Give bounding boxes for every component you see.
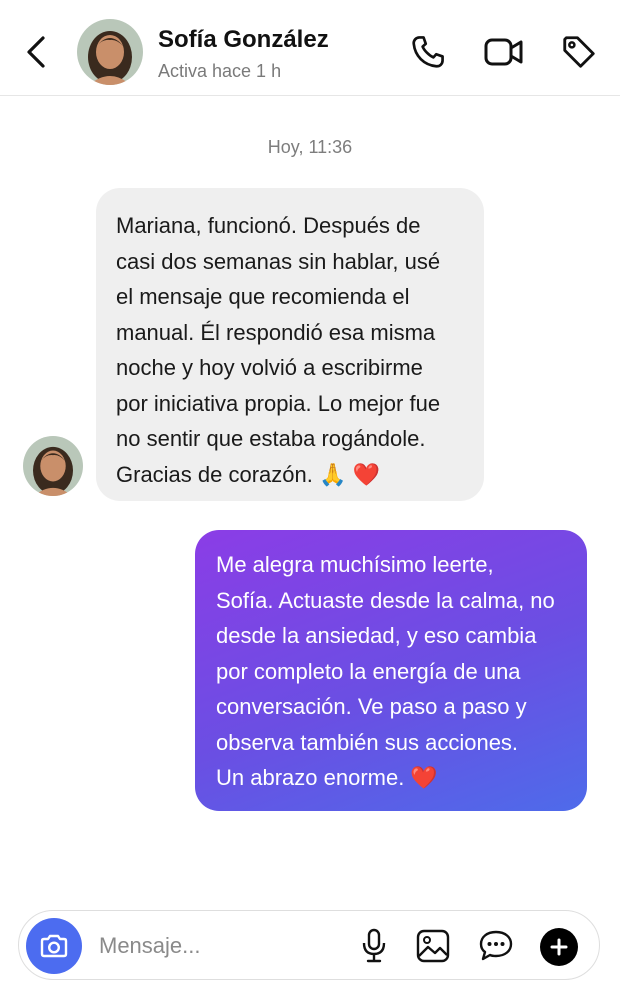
activity-status: Activa hace 1 h: [158, 61, 282, 81]
outgoing-message[interactable]: Me alegra muchísimo leerte, Sofía. Actua…: [195, 530, 587, 811]
back-arrow-icon: [27, 36, 45, 68]
contact-avatar[interactable]: [77, 19, 143, 85]
tag-button[interactable]: [557, 30, 601, 74]
gallery-button[interactable]: [415, 928, 451, 964]
contact-name[interactable]: Sofía González: [158, 26, 329, 54]
voice-call-button[interactable]: [406, 30, 450, 74]
camera-icon: [40, 934, 68, 958]
more-options-button[interactable]: [540, 928, 578, 966]
sender-avatar[interactable]: [23, 436, 83, 496]
tag-icon: [563, 36, 595, 68]
gallery-icon: [416, 929, 450, 963]
message-timestamp: Hoy, 11:36: [267, 137, 353, 157]
chat-header: Sofía González Activa hace 1 h: [0, 0, 620, 96]
phone-icon: [412, 36, 444, 68]
sticker-icon: [479, 930, 513, 961]
message-composer: [18, 910, 600, 980]
sticker-button[interactable]: [478, 928, 514, 964]
video-camera-icon: [484, 38, 523, 66]
microphone-icon: [362, 928, 386, 963]
incoming-message[interactable]: Mariana, funcionó. Después de casi dos s…: [96, 188, 484, 501]
video-call-button[interactable]: [482, 30, 526, 74]
message-input[interactable]: [99, 931, 349, 961]
plus-icon: [550, 938, 568, 956]
back-button[interactable]: [18, 30, 54, 74]
camera-button[interactable]: [26, 918, 82, 974]
voice-message-button[interactable]: [356, 928, 392, 964]
